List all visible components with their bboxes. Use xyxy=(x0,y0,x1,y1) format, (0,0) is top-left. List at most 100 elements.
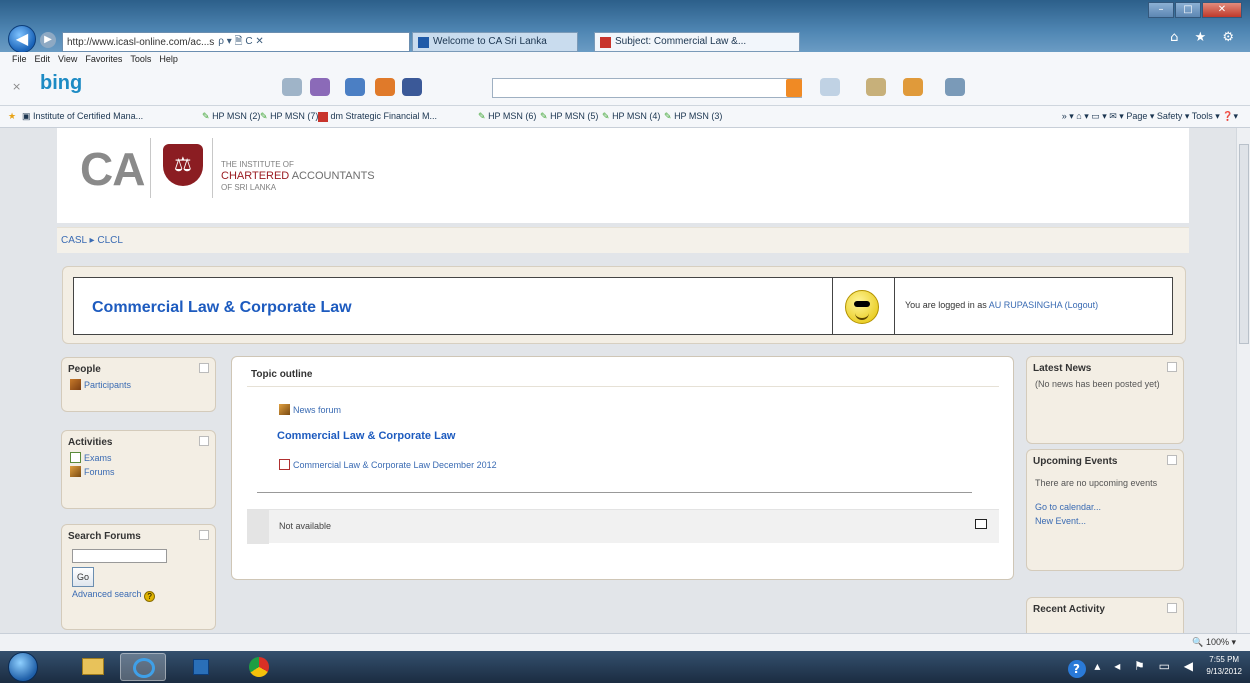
hide-block-icon[interactable] xyxy=(1167,362,1177,372)
logo-divider xyxy=(150,138,151,198)
hide-block-icon[interactable] xyxy=(199,530,209,540)
tab-label: Subject: Commercial Law &... xyxy=(615,36,747,47)
block-title: Upcoming Events xyxy=(1033,456,1118,467)
bing-logo[interactable]: bing xyxy=(40,72,82,95)
tab-subject[interactable]: Subject: Commercial Law &... xyxy=(594,32,800,52)
menu-view[interactable]: View xyxy=(58,52,77,66)
divider xyxy=(257,492,972,493)
pdf-resource-link[interactable]: Commercial Law & Corporate Law December … xyxy=(279,459,497,470)
facebook-icon[interactable] xyxy=(402,78,422,96)
logo-line-1: THE INSTITUTE OF xyxy=(221,160,294,169)
weather-icon[interactable] xyxy=(282,78,302,96)
bing-search-input[interactable] xyxy=(492,78,802,98)
latest-news-block: Latest News (No news has been posted yet… xyxy=(1026,356,1184,444)
hide-block-icon[interactable] xyxy=(199,363,209,373)
address-bar[interactable]: http://www.icasl-online.com/ac...s ρ ▾ 🗎… xyxy=(62,32,410,52)
recent-activity-block: Recent Activity xyxy=(1026,597,1184,633)
msn-icon: ✎ xyxy=(202,111,210,121)
taskbar-chrome[interactable] xyxy=(236,653,282,681)
bing-search-button[interactable] xyxy=(786,79,802,97)
tray-icons[interactable]: ▴ ◂ ⚑ ▭ ◀ xyxy=(1094,659,1198,673)
breadcrumb: CASL ▸ CLCL xyxy=(61,235,123,246)
favorite-page-icon: ▣ xyxy=(22,111,31,121)
go-button[interactable]: Go xyxy=(72,567,94,587)
user-profile-link[interactable]: AU RUPASINGHA xyxy=(989,300,1062,310)
favorite-link[interactable]: dm Strategic Financial M... xyxy=(318,111,437,122)
breadcrumb-casl-link[interactable]: CASL xyxy=(61,235,87,246)
favorite-link[interactable]: ✎ HP MSN (6) xyxy=(478,111,536,122)
new-event-link[interactable]: New Event... xyxy=(1035,516,1086,526)
scales-shield-icon: ⚖ xyxy=(163,144,203,186)
address-url[interactable]: http://www.icasl-online.com/ac...s xyxy=(67,37,214,48)
menu-edit[interactable]: Edit xyxy=(35,52,51,66)
folder-icon xyxy=(82,658,104,675)
tab-welcome[interactable]: Welcome to CA Sri Lanka xyxy=(412,32,578,52)
hide-block-icon[interactable] xyxy=(1167,603,1177,613)
minimize-button[interactable]: – xyxy=(1148,2,1174,18)
maximize-button[interactable]: □ xyxy=(1175,2,1201,18)
back-button[interactable]: ◀ xyxy=(8,25,36,53)
close-button[interactable]: ✕ xyxy=(1202,2,1242,18)
logout-link[interactable]: (Logout) xyxy=(1065,300,1099,310)
scrollbar-thumb[interactable] xyxy=(1239,144,1249,344)
section-1: Not available xyxy=(247,509,999,544)
translate-icon[interactable] xyxy=(945,78,965,96)
block-title: Search Forums xyxy=(68,531,141,542)
help-icon[interactable]: ? xyxy=(1067,660,1086,678)
msn-icon: ✎ xyxy=(478,111,486,121)
help-icon[interactable]: ? xyxy=(144,591,156,602)
menu-file[interactable]: File xyxy=(12,52,27,66)
maps-icon[interactable] xyxy=(310,78,330,96)
hide-block-icon[interactable] xyxy=(199,436,209,446)
forward-button[interactable]: ▶ xyxy=(40,32,56,48)
forum-icon xyxy=(279,404,290,415)
favorite-link[interactable]: ✎ HP MSN (7) xyxy=(260,111,318,122)
menu-favorites[interactable]: Favorites xyxy=(85,52,122,66)
favorite-link[interactable]: ✎ HP MSN (3) xyxy=(664,111,722,122)
menu-help[interactable]: Help xyxy=(159,52,178,66)
system-clock[interactable]: 7:55 PM 9/13/2012 xyxy=(1206,654,1242,678)
chrome-icon xyxy=(249,657,269,677)
like-icon[interactable] xyxy=(820,78,840,96)
menu-tools[interactable]: Tools xyxy=(130,52,151,66)
forums-link[interactable]: Forums xyxy=(84,467,115,477)
breadcrumb-separator-icon: ▸ xyxy=(89,235,95,246)
zoom-level[interactable]: 🔍 100% ▾ xyxy=(1192,637,1236,648)
login-info: You are logged in as AU RUPASINGHA (Logo… xyxy=(905,300,1099,310)
participants-link[interactable]: Participants xyxy=(84,380,131,390)
share-icon[interactable] xyxy=(903,78,923,96)
course-header: Commercial Law & Corporate Law You are l… xyxy=(62,266,1186,344)
smiley-box xyxy=(833,277,895,335)
hide-block-icon[interactable] xyxy=(1167,455,1177,465)
favorites-star-icon[interactable]: ★ xyxy=(8,111,16,122)
msn-icon: ✎ xyxy=(664,111,672,121)
advanced-search-link[interactable]: Advanced search ? xyxy=(72,589,215,602)
show-only-section-icon[interactable] xyxy=(975,519,987,529)
close-toolbar-icon[interactable]: × xyxy=(12,80,21,93)
page-scrollbar[interactable] xyxy=(1236,128,1250,633)
sparkle-icon[interactable] xyxy=(866,78,886,96)
favorite-link[interactable]: ▣ Institute of Certified Mana... xyxy=(22,111,143,122)
favorite-link[interactable]: ✎ HP MSN (5) xyxy=(540,111,598,122)
go-to-calendar-link[interactable]: Go to calendar... xyxy=(1035,502,1101,512)
exams-link[interactable]: Exams xyxy=(84,453,112,463)
taskbar-explorer[interactable] xyxy=(70,653,116,681)
command-bar[interactable]: » ▾ ⌂ ▾ ▭ ▾ ✉ ▾ Page ▾ Safety ▾ Tools ▾ … xyxy=(1062,111,1238,122)
topic-outline-heading: Topic outline xyxy=(247,369,999,387)
news-forum-link[interactable]: News forum xyxy=(279,404,341,415)
site-favicon-icon xyxy=(418,37,429,48)
taskbar-internet-explorer[interactable] xyxy=(120,653,166,681)
breadcrumb-current[interactable]: CLCL xyxy=(97,235,123,246)
start-button[interactable] xyxy=(8,652,38,682)
music-icon[interactable] xyxy=(345,78,365,96)
block-title: Latest News xyxy=(1033,363,1092,374)
section-0: News forum Commercial Law & Corporate La… xyxy=(247,395,999,497)
address-controls[interactable]: ρ ▾ 🗎 C ✕ xyxy=(218,34,263,51)
taskbar-media-player[interactable] xyxy=(178,653,224,681)
games-icon[interactable] xyxy=(375,78,395,96)
search-forums-input[interactable] xyxy=(72,549,167,563)
favorite-link[interactable]: ✎ HP MSN (4) xyxy=(602,111,660,122)
favorite-link[interactable]: ✎ HP MSN (2) xyxy=(202,111,260,122)
home-favorites-tools-icons[interactable]: ⌂ ★ ⚙ xyxy=(1170,30,1240,45)
site-favicon-icon xyxy=(600,37,611,48)
